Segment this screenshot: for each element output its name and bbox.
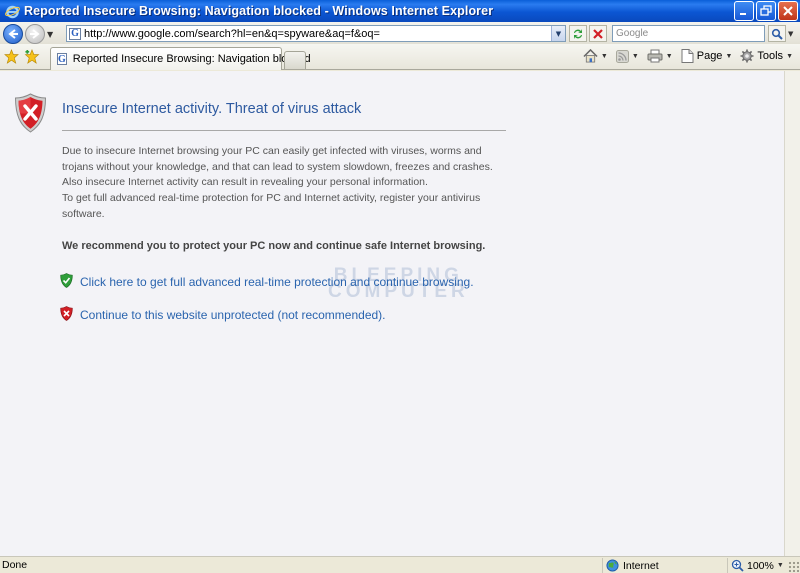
new-tab-button[interactable]	[284, 51, 306, 69]
page-menu-label: Page	[696, 50, 723, 62]
zoom-control[interactable]: 100% ▼	[727, 558, 784, 573]
home-icon	[583, 49, 598, 63]
maximize-button[interactable]	[756, 1, 776, 21]
search-button[interactable]	[768, 25, 786, 42]
divider	[62, 130, 506, 131]
page-menu-button[interactable]: Page ▼	[678, 49, 736, 63]
back-button[interactable]	[3, 24, 23, 44]
address-dropdown-button[interactable]: ▼	[551, 26, 565, 41]
security-zone[interactable]: Internet	[602, 558, 724, 573]
tab-bar: G Reported Insecure Browsing: Navigation…	[0, 44, 800, 70]
paragraph: Also insecure Internet activity can resu…	[62, 176, 428, 189]
continue-unprotected-link[interactable]: Continue to this website unprotected (no…	[80, 308, 386, 322]
arrow-right-icon	[30, 29, 40, 39]
feeds-button[interactable]: ▼	[613, 49, 642, 63]
restore-icon	[760, 5, 772, 16]
recent-pages-dropdown[interactable]: ▼	[47, 30, 53, 39]
paragraph: Due to insecure Internet browsing your P…	[62, 145, 493, 173]
internet-explorer-icon	[4, 3, 20, 19]
google-favicon-icon: G	[57, 53, 67, 65]
gear-icon	[740, 49, 754, 63]
globe-icon	[606, 559, 619, 572]
add-favorite-icon	[24, 49, 40, 64]
refresh-icon	[574, 28, 582, 39]
tab-active[interactable]: G Reported Insecure Browsing: Navigation…	[50, 47, 311, 70]
red-shield-icon	[60, 306, 73, 324]
print-button[interactable]: ▼	[644, 49, 676, 63]
security-warning-shield-icon	[14, 93, 47, 136]
title-bar[interactable]: Reported Insecure Browsing: Navigation b…	[0, 0, 800, 22]
address-input[interactable]: http://www.google.com/search?hl=en&q=spy…	[84, 28, 380, 40]
page-content: Insecure Internet activity. Threat of vi…	[0, 71, 784, 556]
star-icon	[4, 49, 19, 64]
protect-link[interactable]: Click here to get full advanced real-tim…	[80, 275, 474, 289]
search-icon	[771, 28, 783, 40]
page-title: Insecure Internet activity. Threat of vi…	[62, 101, 362, 117]
minimize-icon	[740, 13, 746, 15]
warning-description: Due to insecure Internet browsing your P…	[62, 144, 512, 223]
continue-link-row[interactable]: Continue to this website unprotected (no…	[60, 306, 386, 324]
zoom-icon	[731, 559, 744, 572]
paragraph: To get full advanced real-time protectio…	[62, 192, 481, 220]
add-to-favorites-button[interactable]	[24, 49, 40, 67]
search-options-dropdown[interactable]: ▼	[788, 30, 793, 38]
recommendation-text: We recommend you to protect your PC now …	[62, 240, 486, 252]
tools-menu-label: Tools	[757, 50, 784, 62]
rss-feed-icon	[615, 49, 629, 63]
refresh-button[interactable]	[569, 25, 587, 42]
forward-button[interactable]	[25, 24, 45, 44]
printer-icon	[647, 49, 663, 63]
page-icon	[681, 49, 694, 63]
close-icon	[783, 6, 793, 16]
chevron-down-icon: ▼	[776, 562, 784, 569]
search-input[interactable]: Google	[612, 25, 765, 42]
command-bar: ▼ ▼ ▼ Page ▼ Tools ▼	[580, 49, 796, 63]
green-shield-icon	[60, 273, 73, 291]
close-button[interactable]	[778, 1, 798, 21]
minimize-button[interactable]	[734, 1, 754, 21]
google-favicon-icon: G	[69, 27, 81, 40]
vertical-scrollbar[interactable]	[784, 71, 800, 556]
home-button[interactable]: ▼	[580, 49, 611, 63]
navigation-bar: ▼ G http://www.google.com/search?hl=en&q…	[0, 22, 800, 44]
zoom-level: 100%	[747, 559, 774, 572]
favorites-button[interactable]	[4, 49, 19, 67]
tab-label: Reported Insecure Browsing: Navigation b…	[72, 53, 311, 65]
zone-label: Internet	[623, 559, 659, 572]
protect-link-row[interactable]: Click here to get full advanced real-tim…	[60, 273, 474, 291]
arrow-left-icon	[8, 29, 18, 39]
status-bar: Done Internet 100% ▼	[0, 556, 800, 573]
stop-button[interactable]	[589, 25, 607, 42]
window-title: Reported Insecure Browsing: Navigation b…	[24, 4, 494, 18]
address-bar[interactable]: G http://www.google.com/search?hl=en&q=s…	[66, 25, 566, 42]
resize-grip[interactable]	[788, 561, 799, 572]
tools-menu-button[interactable]: Tools ▼	[737, 49, 796, 63]
status-text: Done	[2, 559, 28, 571]
stop-icon	[593, 28, 603, 39]
